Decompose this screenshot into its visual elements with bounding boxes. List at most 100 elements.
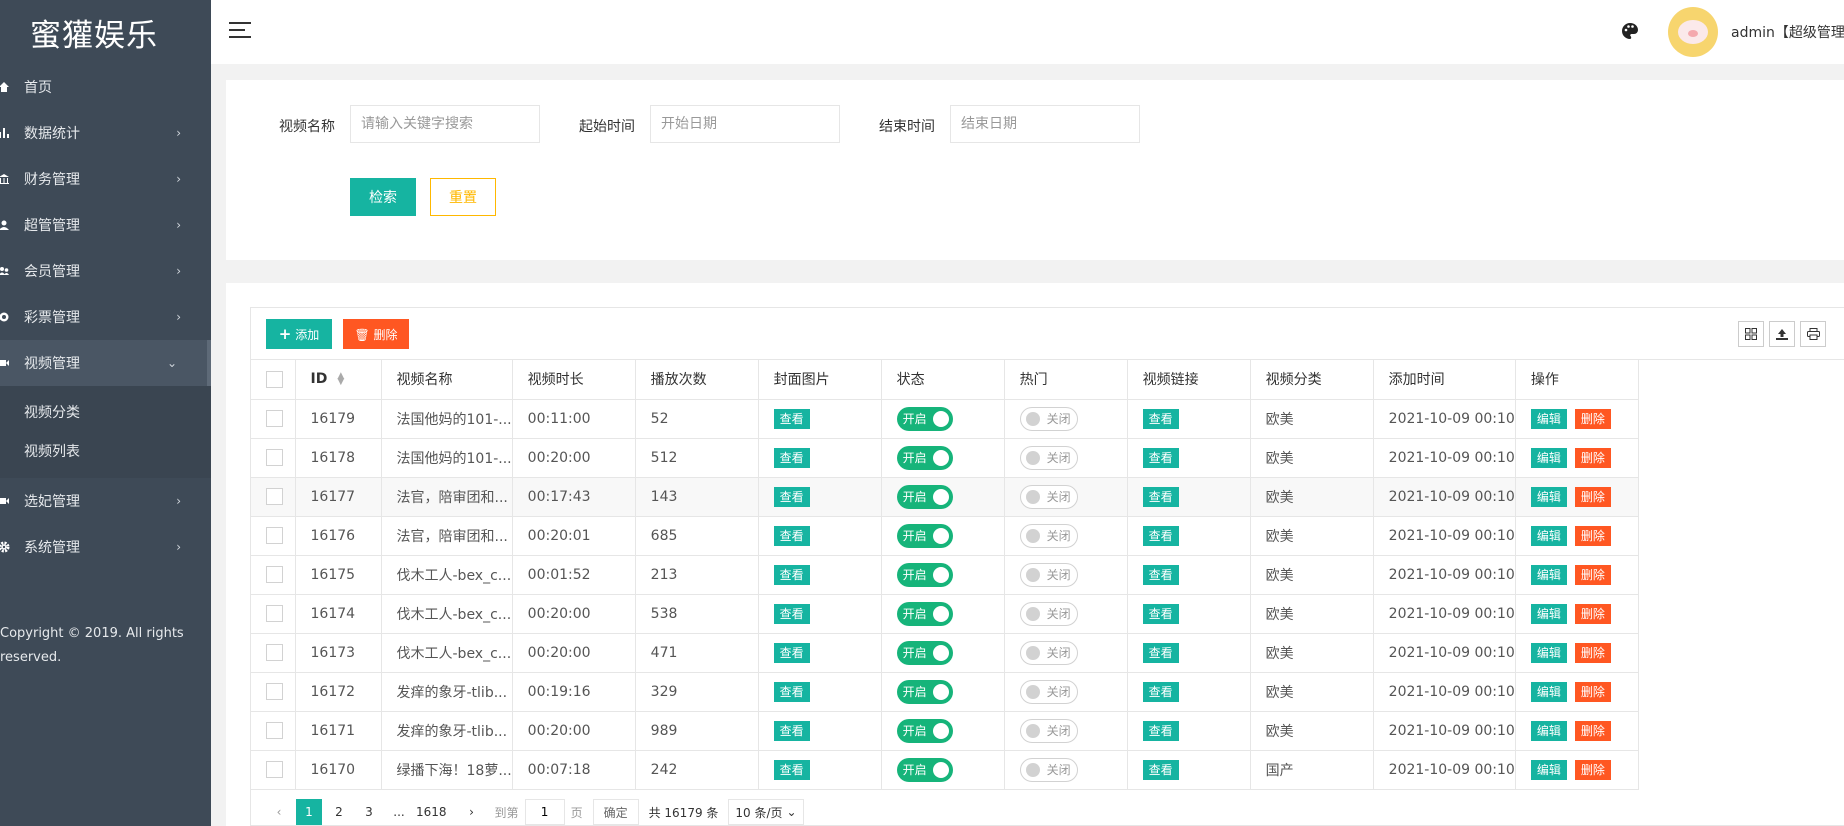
sidebar-item-finance[interactable]: 财务管理 ›	[0, 156, 211, 202]
row-checkbox[interactable]	[266, 761, 283, 778]
sidebar-item-statistics[interactable]: 数据统计 ›	[0, 110, 211, 156]
hot-toggle[interactable]: 关闭	[1019, 601, 1078, 626]
row-checkbox[interactable]	[266, 644, 283, 661]
row-checkbox[interactable]	[266, 410, 283, 427]
batch-delete-button[interactable]: 🗑 删除	[343, 319, 409, 349]
row-checkbox[interactable]	[266, 449, 283, 466]
status-toggle[interactable]: 开启	[896, 484, 953, 509]
edit-button[interactable]: 编辑	[1530, 408, 1567, 429]
edit-button[interactable]: 编辑	[1530, 564, 1567, 585]
hot-toggle[interactable]: 关闭	[1019, 406, 1078, 431]
view-cover-button[interactable]: 查看	[773, 564, 810, 585]
sidebar-item-concubine[interactable]: 选妃管理 ›	[0, 478, 211, 524]
edit-button[interactable]: 编辑	[1530, 447, 1567, 468]
row-checkbox[interactable]	[266, 566, 283, 583]
delete-button[interactable]: 删除	[1574, 759, 1611, 780]
reset-button[interactable]: 重置	[430, 178, 496, 216]
delete-button[interactable]: 删除	[1574, 525, 1611, 546]
prev-page-icon[interactable]: ‹	[266, 799, 292, 825]
row-checkbox[interactable]	[266, 527, 283, 544]
view-link-button[interactable]: 查看	[1142, 681, 1179, 702]
status-toggle[interactable]: 开启	[896, 757, 953, 782]
hot-toggle[interactable]: 关闭	[1019, 445, 1078, 470]
hot-toggle[interactable]: 关闭	[1019, 757, 1078, 782]
submenu-item-video-category[interactable]: 视频分类	[0, 392, 211, 431]
delete-button[interactable]: 删除	[1574, 408, 1611, 429]
view-cover-button[interactable]: 查看	[773, 603, 810, 624]
view-link-button[interactable]: 查看	[1142, 447, 1179, 468]
view-cover-button[interactable]: 查看	[773, 720, 810, 741]
sidebar-item-lottery[interactable]: 彩票管理 ›	[0, 294, 211, 340]
view-cover-button[interactable]: 查看	[773, 408, 810, 429]
video-name-input[interactable]	[350, 105, 540, 143]
sidebar-item-home[interactable]: 首页	[0, 64, 211, 110]
start-date-input[interactable]	[650, 105, 840, 143]
add-button[interactable]: + 添加	[266, 319, 332, 349]
status-toggle[interactable]: 开启	[896, 523, 953, 548]
view-cover-button[interactable]: 查看	[773, 486, 810, 507]
edit-button[interactable]: 编辑	[1530, 486, 1567, 507]
status-toggle[interactable]: 开启	[896, 601, 953, 626]
hot-toggle[interactable]: 关闭	[1019, 640, 1078, 665]
delete-button[interactable]: 删除	[1574, 720, 1611, 741]
delete-button[interactable]: 删除	[1574, 642, 1611, 663]
palette-icon[interactable]	[1621, 22, 1639, 40]
hot-toggle[interactable]: 关闭	[1019, 562, 1078, 587]
avatar[interactable]	[1668, 7, 1718, 57]
view-link-button[interactable]: 查看	[1142, 603, 1179, 624]
view-link-button[interactable]: 查看	[1142, 564, 1179, 585]
edit-button[interactable]: 编辑	[1530, 525, 1567, 546]
row-checkbox[interactable]	[266, 488, 283, 505]
page-last[interactable]: 1618	[416, 799, 447, 825]
menu-toggle-icon[interactable]	[229, 22, 251, 40]
search-button[interactable]: 检索	[350, 178, 416, 216]
hot-toggle[interactable]: 关闭	[1019, 523, 1078, 548]
page-3[interactable]: 3	[356, 799, 382, 825]
delete-button[interactable]: 删除	[1574, 564, 1611, 585]
status-toggle[interactable]: 开启	[896, 640, 953, 665]
view-link-button[interactable]: 查看	[1142, 642, 1179, 663]
page-2[interactable]: 2	[326, 799, 352, 825]
hot-toggle[interactable]: 关闭	[1019, 484, 1078, 509]
view-link-button[interactable]: 查看	[1142, 486, 1179, 507]
delete-button[interactable]: 删除	[1574, 447, 1611, 468]
delete-button[interactable]: 删除	[1574, 603, 1611, 624]
page-1[interactable]: 1	[296, 799, 322, 825]
page-size-select[interactable]: 10 条/页 ⌄	[728, 799, 804, 825]
view-link-button[interactable]: 查看	[1142, 525, 1179, 546]
sidebar-item-video[interactable]: 视频管理 ⌄	[0, 340, 211, 386]
print-icon[interactable]	[1800, 321, 1826, 347]
goto-confirm-button[interactable]: 确定	[592, 799, 639, 825]
view-cover-button[interactable]: 查看	[773, 681, 810, 702]
view-link-button[interactable]: 查看	[1142, 720, 1179, 741]
status-toggle[interactable]: 开启	[896, 562, 953, 587]
view-cover-button[interactable]: 查看	[773, 447, 810, 468]
sidebar-item-members[interactable]: 会员管理 ›	[0, 248, 211, 294]
status-toggle[interactable]: 开启	[896, 718, 953, 743]
column-header-id[interactable]: ID ▲ ▼	[295, 360, 382, 400]
status-toggle[interactable]: 开启	[896, 406, 953, 431]
export-icon[interactable]	[1769, 321, 1795, 347]
view-cover-button[interactable]: 查看	[773, 525, 810, 546]
status-toggle[interactable]: 开启	[896, 445, 953, 470]
row-checkbox[interactable]	[266, 683, 283, 700]
row-checkbox[interactable]	[266, 605, 283, 622]
view-link-button[interactable]: 查看	[1142, 408, 1179, 429]
submenu-item-video-list[interactable]: 视频列表	[0, 431, 211, 470]
hot-toggle[interactable]: 关闭	[1019, 718, 1078, 743]
hot-toggle[interactable]: 关闭	[1019, 679, 1078, 704]
sidebar-item-system[interactable]: 系统管理 ›	[0, 524, 211, 570]
sort-icon[interactable]: ▲ ▼	[337, 372, 344, 387]
username[interactable]: admin【超级管理员	[1731, 22, 1844, 42]
sidebar-item-super-admin[interactable]: 超管管理 ›	[0, 202, 211, 248]
view-link-button[interactable]: 查看	[1142, 759, 1179, 780]
view-cover-button[interactable]: 查看	[773, 642, 810, 663]
edit-button[interactable]: 编辑	[1530, 642, 1567, 663]
edit-button[interactable]: 编辑	[1530, 681, 1567, 702]
row-checkbox[interactable]	[266, 722, 283, 739]
columns-filter-icon[interactable]	[1738, 321, 1764, 347]
delete-button[interactable]: 删除	[1574, 486, 1611, 507]
edit-button[interactable]: 编辑	[1530, 759, 1567, 780]
goto-page-input[interactable]	[524, 799, 565, 825]
select-all-checkbox[interactable]	[266, 370, 283, 388]
